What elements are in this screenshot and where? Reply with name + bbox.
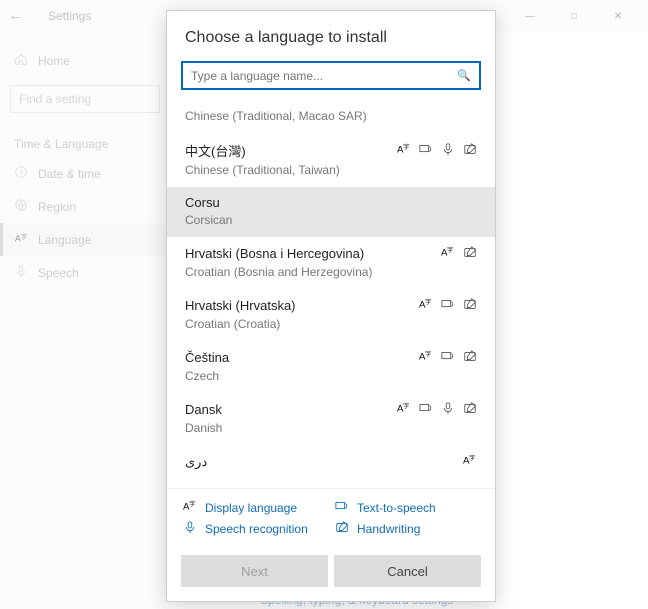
language-english-name: Croatian (Croatia) bbox=[185, 317, 477, 331]
language-english-name: Corsican bbox=[185, 213, 477, 227]
text-to-speech-icon bbox=[335, 499, 349, 516]
display-icon bbox=[397, 142, 411, 159]
tts-icon bbox=[441, 349, 455, 366]
legend-display: Display language bbox=[183, 499, 327, 516]
language-item[interactable]: Dansk Danish bbox=[167, 393, 495, 445]
legend-hand: Handwriting bbox=[335, 520, 479, 537]
tts-icon bbox=[419, 401, 433, 418]
hand-icon bbox=[463, 401, 477, 418]
language-native-name: Corsu bbox=[185, 195, 220, 210]
hand-icon bbox=[463, 245, 477, 262]
language-item[interactable]: Hrvatski (Bosna i Hercegovina) Croatian (… bbox=[167, 237, 495, 289]
legend-tts: Text-to-speech bbox=[335, 499, 479, 516]
language-item[interactable]: Chinese (Traditional, Macao SAR) bbox=[167, 98, 495, 133]
speech-icon bbox=[441, 401, 455, 418]
language-native-name: درى bbox=[185, 454, 207, 470]
language-search[interactable]: 🔍 bbox=[181, 61, 481, 90]
cancel-button[interactable]: Cancel bbox=[334, 555, 481, 587]
language-item[interactable]: Hrvatski (Hrvatska) Croatian (Croatia) bbox=[167, 289, 495, 341]
search-icon: 🔍 bbox=[457, 69, 471, 82]
language-english-name: Croatian (Bosnia and Herzegovina) bbox=[185, 265, 477, 279]
hand-icon bbox=[463, 142, 477, 159]
display-icon bbox=[397, 401, 411, 418]
display-icon bbox=[463, 453, 477, 470]
feature-legend: Display language Text-to-speech Speech r… bbox=[167, 488, 495, 547]
language-native-name: 中文(台灣) bbox=[185, 141, 246, 160]
language-item[interactable]: Čeština Czech bbox=[167, 341, 495, 393]
hand-icon bbox=[463, 297, 477, 314]
next-button[interactable]: Next bbox=[181, 555, 328, 587]
speech-icon bbox=[441, 142, 455, 159]
language-native-name: Hrvatski (Hrvatska) bbox=[185, 298, 296, 313]
legend-speech: Speech recognition bbox=[183, 520, 327, 537]
display-icon bbox=[441, 245, 455, 262]
language-native-name: Hrvatski (Bosna i Hercegovina) bbox=[185, 246, 364, 261]
language-item[interactable]: Corsu Corsican bbox=[167, 187, 495, 237]
search-input[interactable] bbox=[191, 69, 451, 83]
language-native-name: Čeština bbox=[185, 350, 229, 365]
language-english-name: Chinese (Traditional, Taiwan) bbox=[185, 163, 477, 177]
language-english-name: Chinese (Traditional, Macao SAR) bbox=[185, 109, 477, 123]
tts-icon bbox=[419, 142, 433, 159]
tts-icon bbox=[441, 297, 455, 314]
display-language-icon bbox=[183, 499, 197, 516]
language-install-dialog: Choose a language to install 🔍 Chinese (… bbox=[166, 10, 496, 602]
display-icon bbox=[419, 349, 433, 366]
speech-recognition-icon bbox=[183, 520, 197, 537]
hand-icon bbox=[463, 349, 477, 366]
language-native-name: Dansk bbox=[185, 402, 222, 417]
display-icon bbox=[419, 297, 433, 314]
language-list[interactable]: Chinese (Traditional, Macao SAR) 中文(台灣) Ch… bbox=[167, 98, 495, 488]
language-item[interactable]: درى bbox=[167, 445, 495, 480]
dialog-title: Choose a language to install bbox=[167, 11, 495, 57]
language-english-name: Czech bbox=[185, 369, 477, 383]
language-item[interactable]: 中文(台灣) Chinese (Traditional, Taiwan) bbox=[167, 133, 495, 187]
language-english-name: Danish bbox=[185, 421, 477, 435]
handwriting-icon bbox=[335, 520, 349, 537]
